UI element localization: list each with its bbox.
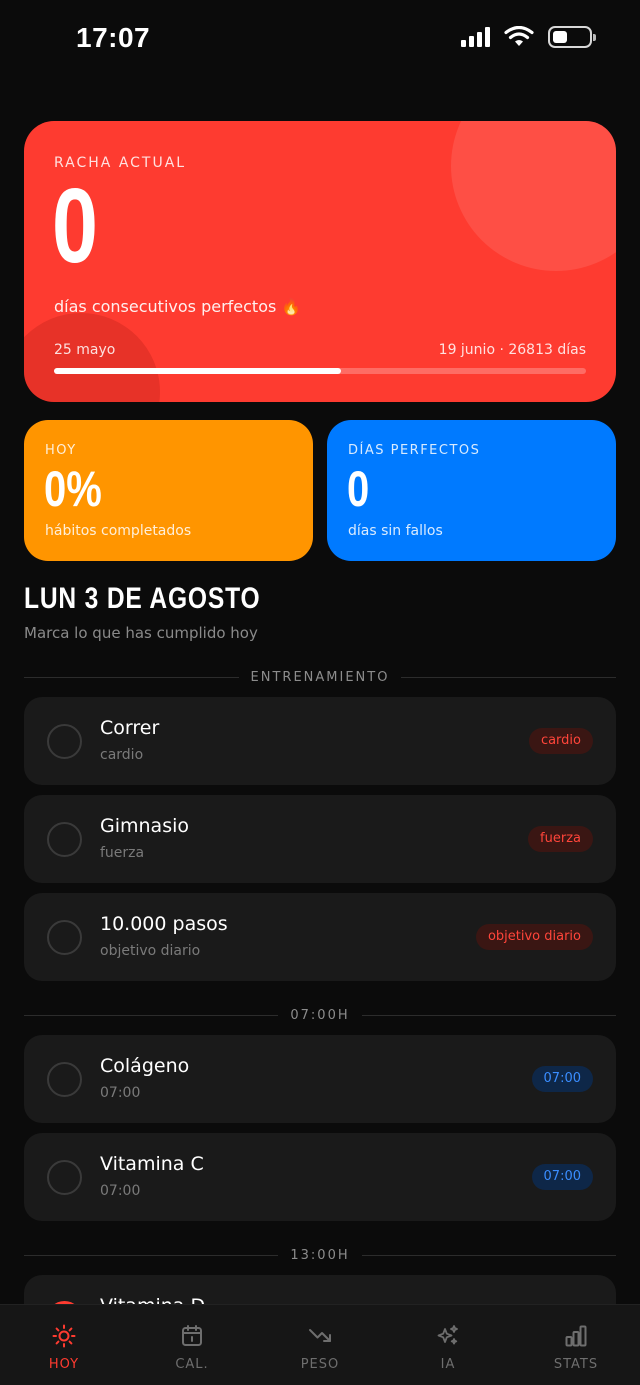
tab-bar: HOY CAL. PESO IA STATS xyxy=(0,1304,640,1385)
cellular-signal-icon xyxy=(461,27,490,47)
habit-checkbox[interactable] xyxy=(47,920,82,955)
sparkles-icon xyxy=(437,1325,458,1345)
today-stat-value: 0% xyxy=(44,461,102,517)
habit-checkbox[interactable] xyxy=(47,1062,82,1097)
page-subtitle: Marca lo que has cumplido hoy xyxy=(24,624,258,642)
habit-checkbox[interactable] xyxy=(47,724,82,759)
today-stat-subtitle: hábitos completados xyxy=(45,523,192,539)
tab-peso[interactable]: PESO xyxy=(256,1305,384,1385)
streak-card: RACHA ACTUAL 0 días consecutivos perfect… xyxy=(24,121,616,402)
habit-checkbox[interactable] xyxy=(47,822,82,857)
habit-tag: objetivo diario xyxy=(475,924,593,950)
habit-checkbox[interactable] xyxy=(47,1160,82,1195)
streak-value: 0 xyxy=(52,167,98,285)
section-header-label: ENTRENAMIENTO xyxy=(250,669,390,685)
streak-progress-fill xyxy=(54,368,342,374)
habit-row[interactable]: Gimnasio fuerza fuerza xyxy=(24,795,616,883)
tab-label: STATS xyxy=(553,1357,599,1372)
page-title: LUN 3 DE AGOSTO xyxy=(24,582,261,615)
habit-meta: 07:00 xyxy=(100,1183,141,1199)
tab-ia[interactable]: IA xyxy=(384,1305,512,1385)
tab-label: PESO xyxy=(300,1357,340,1372)
section-header-label: 13:00H xyxy=(290,1247,350,1263)
habit-time-tag: 07:00 xyxy=(531,1066,593,1092)
streak-progress-bar xyxy=(54,368,586,374)
today-stat-card: HOY 0% hábitos completados xyxy=(24,420,313,561)
decorative-circle xyxy=(451,121,616,271)
tab-label: HOY xyxy=(48,1357,80,1372)
habit-meta: cardio xyxy=(100,747,144,763)
battery-icon xyxy=(548,26,596,48)
habit-name: 10.000 pasos xyxy=(100,913,228,935)
habit-tag: cardio xyxy=(528,728,593,754)
habit-row[interactable]: Correr cardio cardio xyxy=(24,697,616,785)
section-header: 07:00H xyxy=(24,1005,616,1025)
tab-stats[interactable]: STATS xyxy=(512,1305,640,1385)
trend-down-icon xyxy=(309,1329,331,1342)
tab-hoy[interactable]: HOY xyxy=(0,1305,128,1385)
status-bar: 17:07 xyxy=(0,0,640,80)
streak-subtitle: días consecutivos perfectos 🔥 xyxy=(54,297,302,316)
habit-name: Gimnasio xyxy=(100,815,189,837)
wifi-icon xyxy=(504,26,534,46)
sun-icon xyxy=(52,1324,76,1348)
habit-time-tag: 07:00 xyxy=(531,1164,593,1190)
section-header-label: 07:00H xyxy=(290,1007,350,1023)
habit-meta: objetivo diario xyxy=(100,943,201,959)
habit-row[interactable]: 10.000 pasos objetivo diario objetivo di… xyxy=(24,893,616,981)
habit-name: Correr xyxy=(100,717,160,739)
habit-meta: fuerza xyxy=(100,845,145,861)
perfect-days-stat-value: 0 xyxy=(347,461,370,517)
perfect-days-stat-subtitle: días sin fallos xyxy=(348,523,443,539)
habit-row[interactable]: Vitamina C 07:00 07:00 xyxy=(24,1133,616,1221)
habit-name: Colágeno xyxy=(100,1055,190,1077)
habit-row[interactable]: Colágeno 07:00 07:00 xyxy=(24,1035,616,1123)
habit-meta: 07:00 xyxy=(100,1085,141,1101)
streak-start-date: 25 mayo xyxy=(54,342,116,358)
section-header: ENTRENAMIENTO xyxy=(24,667,616,687)
tab-label: IA xyxy=(440,1357,456,1372)
status-icons xyxy=(461,26,596,48)
bar-chart-icon xyxy=(565,1325,587,1347)
habit-tag: fuerza xyxy=(528,826,593,852)
perfect-days-stat-label: DÍAS PERFECTOS xyxy=(348,443,481,458)
section-header: 13:00H xyxy=(24,1245,616,1265)
calendar-icon xyxy=(182,1325,202,1346)
status-time: 17:07 xyxy=(76,22,151,53)
streak-end-info: 19 junio · 26813 días xyxy=(438,342,586,358)
habit-name: Vitamina C xyxy=(100,1153,204,1175)
today-stat-label: HOY xyxy=(45,443,77,458)
perfect-days-stat-card: DÍAS PERFECTOS 0 días sin fallos xyxy=(327,420,616,561)
tab-label: CAL. xyxy=(175,1357,209,1372)
tab-cal[interactable]: CAL. xyxy=(128,1305,256,1385)
